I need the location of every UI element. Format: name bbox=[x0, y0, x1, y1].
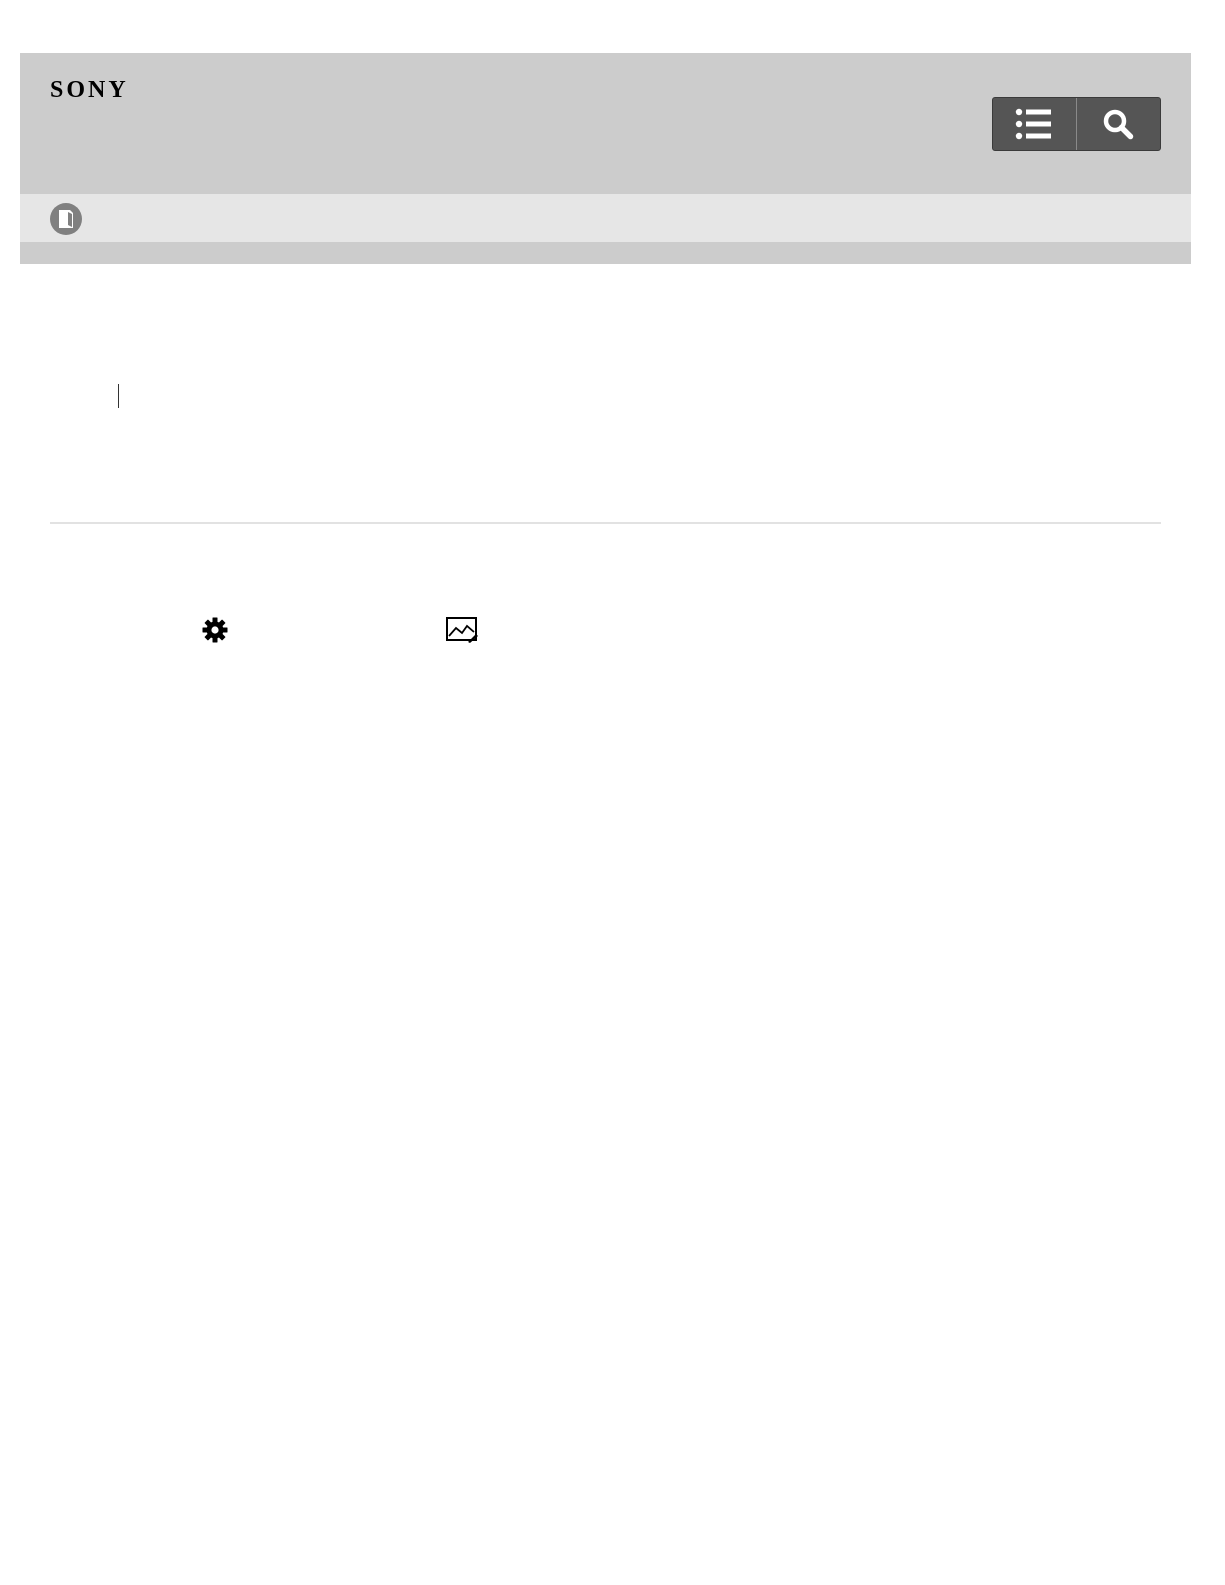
text-cursor bbox=[118, 384, 119, 408]
page: SONY bbox=[0, 0, 1225, 1585]
search-button[interactable] bbox=[1077, 98, 1161, 150]
list-icon bbox=[1016, 108, 1052, 140]
manual-icon[interactable] bbox=[49, 202, 83, 236]
sony-logo[interactable]: SONY bbox=[50, 78, 160, 102]
section-divider bbox=[50, 522, 1161, 524]
table-of-contents-button[interactable] bbox=[993, 98, 1077, 150]
gear-icon bbox=[202, 617, 228, 643]
header-button-group bbox=[992, 97, 1161, 151]
header: SONY bbox=[20, 53, 1191, 194]
manual-bar bbox=[20, 194, 1191, 242]
header-bottom-strip bbox=[20, 242, 1191, 264]
search-icon bbox=[1104, 109, 1134, 140]
picture-edit-icon bbox=[446, 617, 478, 643]
